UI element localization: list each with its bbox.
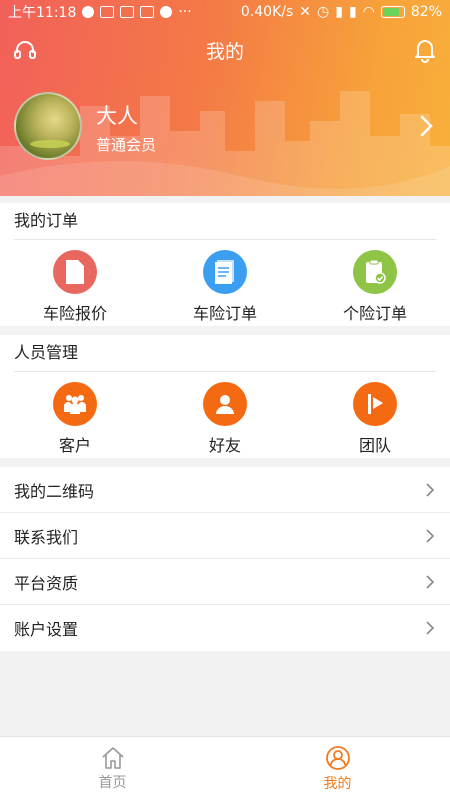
people-title: 人员管理 [14,343,79,362]
menu-item-label: 联系我们 [14,527,79,547]
menu-item-label: 我的二维码 [14,481,95,501]
orders-title: 我的订单 [14,211,79,230]
flag-icon [353,382,397,426]
grid-label: 团队 [358,436,391,455]
menu-item-account-settings[interactable]: 账户设置 [0,605,450,651]
app-notification-icon [120,6,135,18]
order-personal-insurance[interactable]: 个险订单 [300,250,450,324]
person-icon [203,382,247,426]
tab-label: 我的 [323,775,352,792]
page-title: 我的 [205,40,244,63]
user-circle-icon [325,745,350,770]
menu-list: 我的二维码 联系我们 平台资质 账户设置 [0,467,450,651]
people-customers[interactable]: 客户 [0,382,150,456]
bottom-tab-bar: 首页 我的 [0,736,450,800]
order-car-quote[interactable]: 车险报价 [0,250,150,324]
grid-label: 车险订单 [192,304,257,323]
shield-icon [82,6,95,18]
tab-label: 首页 [98,774,127,791]
home-icon [101,746,124,769]
status-more-dots: ··· [178,4,192,20]
people-team[interactable]: 团队 [300,382,450,456]
avatar[interactable] [14,92,82,160]
document-icon [53,250,97,294]
tab-home[interactable]: 首页 [0,737,225,800]
grid-label: 个险订单 [342,304,407,323]
chevron-right-icon [426,482,435,497]
chevron-right-icon [426,574,435,589]
member-level: 普通会员 [96,136,157,154]
signal-icon-2: ▮ [348,4,357,20]
orders-grid: 车险报价 车险订单 个险订单 [0,240,450,324]
bell-icon[interactable] [412,37,438,63]
weibo-icon [160,6,173,18]
menu-item-qrcode[interactable]: 我的二维码 [0,467,450,513]
profile-header: 上午11:18 ··· 0.40K/s ✕ ◷ ▮ ▮ ◠ 82% 我的 大人 … [0,0,450,196]
grid-label: 客户 [58,436,91,455]
people-grid: 客户 好友 团队 [0,372,450,456]
menu-item-label: 平台资质 [14,573,79,593]
clipboard-check-icon [353,250,397,294]
profile-row[interactable]: 大人 普通会员 [0,92,450,164]
people-card: 人员管理 客户 好友 团队 [0,335,450,458]
order-car-orders[interactable]: 车险订单 [150,250,300,324]
mute-icon: ✕ [299,4,311,20]
profile-name: 大人 [96,104,138,128]
headset-icon[interactable] [12,38,38,64]
wifi-icon: ◠ [362,4,375,20]
alarm-icon: ◷ [317,4,330,20]
network-speed: 0.40K/s [240,4,294,20]
list-document-icon [203,250,247,294]
orders-card: 我的订单 车险报价 车险订单 个险订单 [0,203,450,326]
nav-bar: 我的 [0,24,450,76]
image-icon [140,6,155,18]
chevron-right-icon [426,621,435,635]
chevron-right-icon[interactable] [416,114,436,138]
group-icon [53,382,97,426]
menu-item-contact[interactable]: 联系我们 [0,513,450,559]
people-friends[interactable]: 好友 [150,382,300,456]
chevron-right-icon [426,528,435,543]
mail-icon [100,6,115,18]
signal-icon: ▮ [335,4,343,20]
battery-percent: 82% [410,4,442,20]
status-bar: 上午11:18 ··· 0.40K/s ✕ ◷ ▮ ▮ ◠ 82% [0,0,450,24]
menu-item-qualification[interactable]: 平台资质 [0,559,450,605]
grid-label: 车险报价 [42,304,107,323]
status-time: 上午11:18 [8,5,77,21]
tab-mine[interactable]: 我的 [225,737,450,800]
menu-item-label: 账户设置 [14,620,79,639]
grid-label: 好友 [208,436,241,455]
battery-icon [380,6,405,18]
